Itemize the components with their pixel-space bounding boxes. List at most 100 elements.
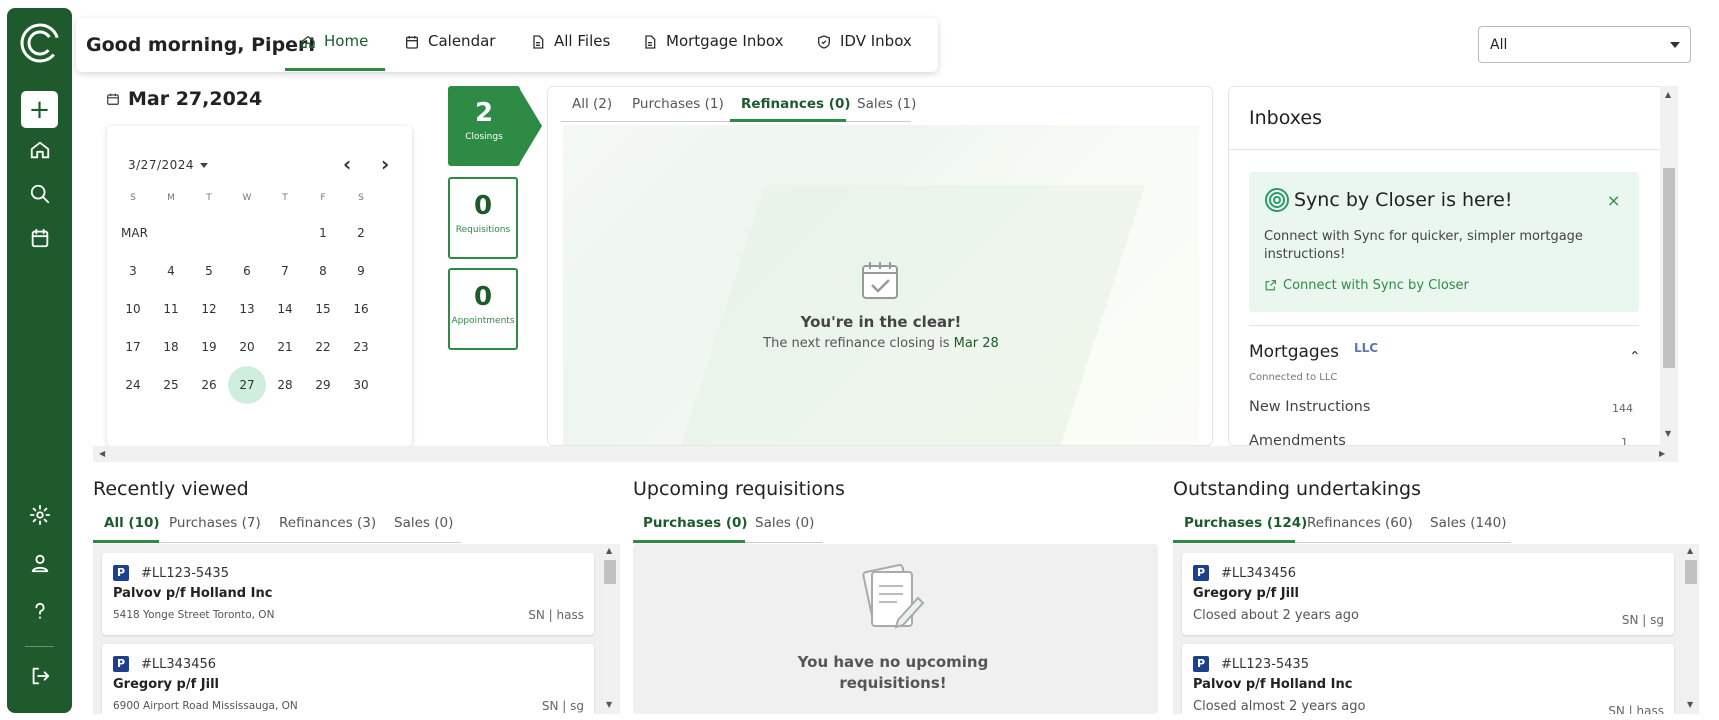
closings-count-tile[interactable]: 2 Closings	[448, 86, 520, 166]
scroll-up-icon[interactable]: ▲	[1665, 90, 1671, 99]
date-header-text: Mar 27,2024	[128, 88, 263, 110]
closings-label: Closings	[465, 132, 503, 142]
user-icon[interactable]	[25, 548, 55, 578]
calendar-day[interactable]: 10	[114, 302, 152, 316]
tab-all-files[interactable]: All Files	[530, 32, 610, 72]
calendar-day[interactable]: 12	[190, 302, 228, 316]
horizontal-scrollbar[interactable]: ◀ ▶	[93, 446, 1678, 462]
list-item[interactable]: P #LL123-5435 Palvov p/f Holland Inc Clo…	[1182, 644, 1674, 714]
closings-tab-sales[interactable]: Sales (1)	[857, 96, 916, 112]
recent-tab-all[interactable]: All (10)	[104, 515, 160, 531]
inbox-item-new-instructions[interactable]: New Instructions	[1249, 399, 1370, 415]
calendar-day[interactable]: 20	[228, 340, 266, 354]
filter-select[interactable]: All	[1478, 26, 1691, 63]
calendar-icon[interactable]	[25, 223, 55, 253]
calendar-day[interactable]: 11	[152, 302, 190, 316]
inbox-item-amendments[interactable]: Amendments	[1249, 433, 1346, 445]
calendar-day[interactable]: 19	[190, 340, 228, 354]
tab-home[interactable]: Home	[300, 32, 368, 72]
scroll-left-icon[interactable]: ◀	[99, 449, 105, 458]
requisitions-count-tile[interactable]: 0 Requisitions	[448, 177, 518, 259]
calendar-next-button[interactable]: ›	[381, 152, 389, 176]
scroll-down-icon[interactable]: ▼	[606, 700, 612, 709]
scroll-up-icon[interactable]: ▲	[1687, 546, 1693, 555]
logout-icon[interactable]	[25, 661, 55, 691]
upcoming-requisitions-list: You have no upcoming requisitions!	[633, 544, 1158, 714]
und-tab-sales[interactable]: Sales (140)	[1430, 515, 1507, 531]
calendar-day[interactable]: 27	[228, 378, 266, 392]
connect-sync-link[interactable]: Connect with Sync by Closer	[1264, 278, 1469, 293]
calendar-day[interactable]: 23	[342, 340, 380, 354]
calendar-day[interactable]: 14	[266, 302, 304, 316]
tab-mortgage-inbox[interactable]: Mortgage Inbox	[642, 32, 783, 72]
closings-tab-purchases[interactable]: Purchases (1)	[632, 96, 724, 112]
calendar-day[interactable]: 5	[190, 264, 228, 278]
calendar-day[interactable]: 24	[114, 378, 152, 392]
list-scrollbar[interactable]: ▲ ▼	[1683, 544, 1699, 714]
mortgages-heading: Mortgages	[1249, 342, 1340, 362]
calendar-day[interactable]: 26	[190, 378, 228, 392]
closer-logo-icon[interactable]	[19, 22, 61, 64]
calendar-day[interactable]: 25	[152, 378, 190, 392]
vertical-scrollbar[interactable]: ▲ ▼	[1660, 86, 1678, 446]
calendar-day[interactable]: 30	[342, 378, 380, 392]
recent-tab-sales[interactable]: Sales (0)	[394, 515, 453, 531]
closings-tab-refinances[interactable]: Refinances (0)	[741, 96, 851, 112]
calendar-day[interactable]: 7	[266, 264, 304, 278]
calendar-day[interactable]: 16	[342, 302, 380, 316]
list-item[interactable]: P #LL123-5435 Palvov p/f Holland Inc 541…	[102, 553, 594, 635]
calendar-day[interactable]: 15	[304, 302, 342, 316]
list-item[interactable]: P #LL343456 Gregory p/f Jill Closed abou…	[1182, 553, 1674, 635]
search-icon[interactable]	[25, 179, 55, 209]
calendar-day[interactable]: 3	[114, 264, 152, 278]
calendar-day[interactable]: 29	[304, 378, 342, 392]
weekday-label: M	[167, 193, 175, 203]
scroll-up-icon[interactable]: ▲	[606, 546, 612, 555]
recent-tab-purchases[interactable]: Purchases (7)	[169, 515, 261, 531]
scroll-right-icon[interactable]: ▶	[1659, 449, 1665, 458]
weekday-label: S	[130, 193, 136, 203]
closings-tab-all[interactable]: All (2)	[572, 96, 612, 112]
recent-tab-refinances[interactable]: Refinances (3)	[279, 515, 376, 531]
calendar-day[interactable]: 8	[304, 264, 342, 278]
help-icon[interactable]	[25, 596, 55, 626]
req-tab-sales[interactable]: Sales (0)	[755, 515, 814, 531]
divider	[1229, 149, 1659, 150]
calendar-day[interactable]: 6	[228, 264, 266, 278]
list-item[interactable]: P #LL343456 Gregory p/f Jill 6900 Airpor…	[102, 644, 594, 714]
chevron-up-icon[interactable]: ⌃	[1629, 349, 1641, 365]
calendar-day[interactable]: 4	[152, 264, 190, 278]
tab-calendar[interactable]: Calendar	[404, 32, 495, 72]
scrollbar-thumb[interactable]	[1685, 560, 1697, 584]
calendar-day[interactable]: 9	[342, 264, 380, 278]
close-icon[interactable]: ×	[1607, 191, 1620, 210]
file-status: Closed about 2 years ago	[1193, 608, 1359, 623]
calendar-day[interactable]: 28	[266, 378, 304, 392]
calendar-day[interactable]: 2	[342, 226, 380, 240]
calendar-day[interactable]: 1	[304, 226, 342, 240]
calendar-prev-button[interactable]: ‹	[343, 152, 351, 176]
gear-icon[interactable]	[25, 500, 55, 530]
file-meta: SN | hass	[528, 608, 584, 622]
list-scrollbar[interactable]: ▲ ▼	[602, 544, 618, 714]
inbox-item-count: 144	[1612, 402, 1633, 415]
add-new-button[interactable]: +	[21, 91, 58, 128]
calendar-day[interactable]: 18	[152, 340, 190, 354]
calendar-day[interactable]: 13	[228, 302, 266, 316]
calendar-day[interactable]: 17	[114, 340, 152, 354]
scroll-down-icon[interactable]: ▼	[1687, 700, 1693, 709]
calendar-day[interactable]: 22	[304, 340, 342, 354]
scrollbar-thumb[interactable]	[1663, 168, 1675, 368]
calendar-day[interactable]: 21	[266, 340, 304, 354]
und-tab-refinances[interactable]: Refinances (60)	[1307, 515, 1413, 531]
calendar-date-selector[interactable]: 3/27/2024	[128, 158, 208, 172]
scrollbar-thumb[interactable]	[604, 560, 616, 584]
next-closing-date[interactable]: Mar 28	[954, 336, 999, 351]
scroll-down-icon[interactable]: ▼	[1665, 429, 1671, 438]
appointments-count-tile[interactable]: 0 Appointments	[448, 268, 518, 350]
req-tab-purchases[interactable]: Purchases (0)	[643, 515, 748, 531]
tab-idv-inbox[interactable]: IDV Inbox	[816, 32, 912, 72]
file-meta: SN | sg	[1621, 613, 1664, 627]
und-tab-purchases[interactable]: Purchases (124)	[1184, 515, 1307, 531]
home-icon[interactable]	[25, 135, 55, 165]
